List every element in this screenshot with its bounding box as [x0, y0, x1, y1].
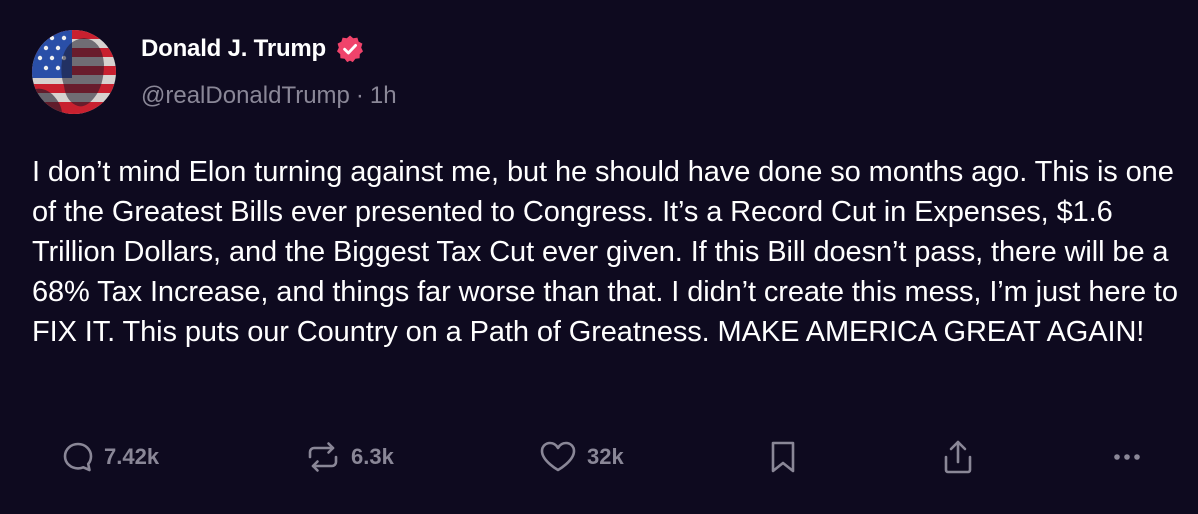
- bookmark-icon: [767, 437, 799, 477]
- repost-button[interactable]: 6.3k: [303, 432, 394, 482]
- heart-icon: [537, 437, 579, 477]
- verified-badge-icon: [335, 34, 365, 64]
- reply-button[interactable]: 7.42k: [60, 432, 159, 482]
- action-bar: 7.42k 6.3k 32k: [0, 432, 1198, 482]
- display-name[interactable]: Donald J. Trump: [141, 35, 326, 63]
- more-icon: [1113, 437, 1141, 477]
- repost-count: 6.3k: [351, 444, 394, 469]
- share-button[interactable]: [940, 432, 976, 482]
- bookmark-button[interactable]: [767, 432, 799, 482]
- reply-count: 7.42k: [104, 444, 160, 469]
- avatar[interactable]: [32, 30, 116, 114]
- timestamp[interactable]: 1h: [370, 82, 397, 110]
- more-options-button[interactable]: [1113, 432, 1141, 482]
- reply-icon: [60, 439, 96, 475]
- like-count: 32k: [587, 444, 624, 469]
- post-card: Donald J. Trump @realDonaldTrump · 1h I …: [0, 0, 1198, 514]
- handle[interactable]: @realDonaldTrump: [141, 82, 350, 110]
- post-body: I don’t mind Elon turning against me, bu…: [32, 156, 1178, 348]
- like-button[interactable]: 32k: [537, 432, 624, 482]
- post-meta: @realDonaldTrump · 1h: [141, 82, 397, 110]
- repost-icon: [303, 437, 343, 477]
- avatar-image: [32, 30, 116, 114]
- share-icon: [940, 437, 976, 477]
- author-name-row: Donald J. Trump: [141, 33, 365, 65]
- meta-separator: ·: [355, 82, 364, 109]
